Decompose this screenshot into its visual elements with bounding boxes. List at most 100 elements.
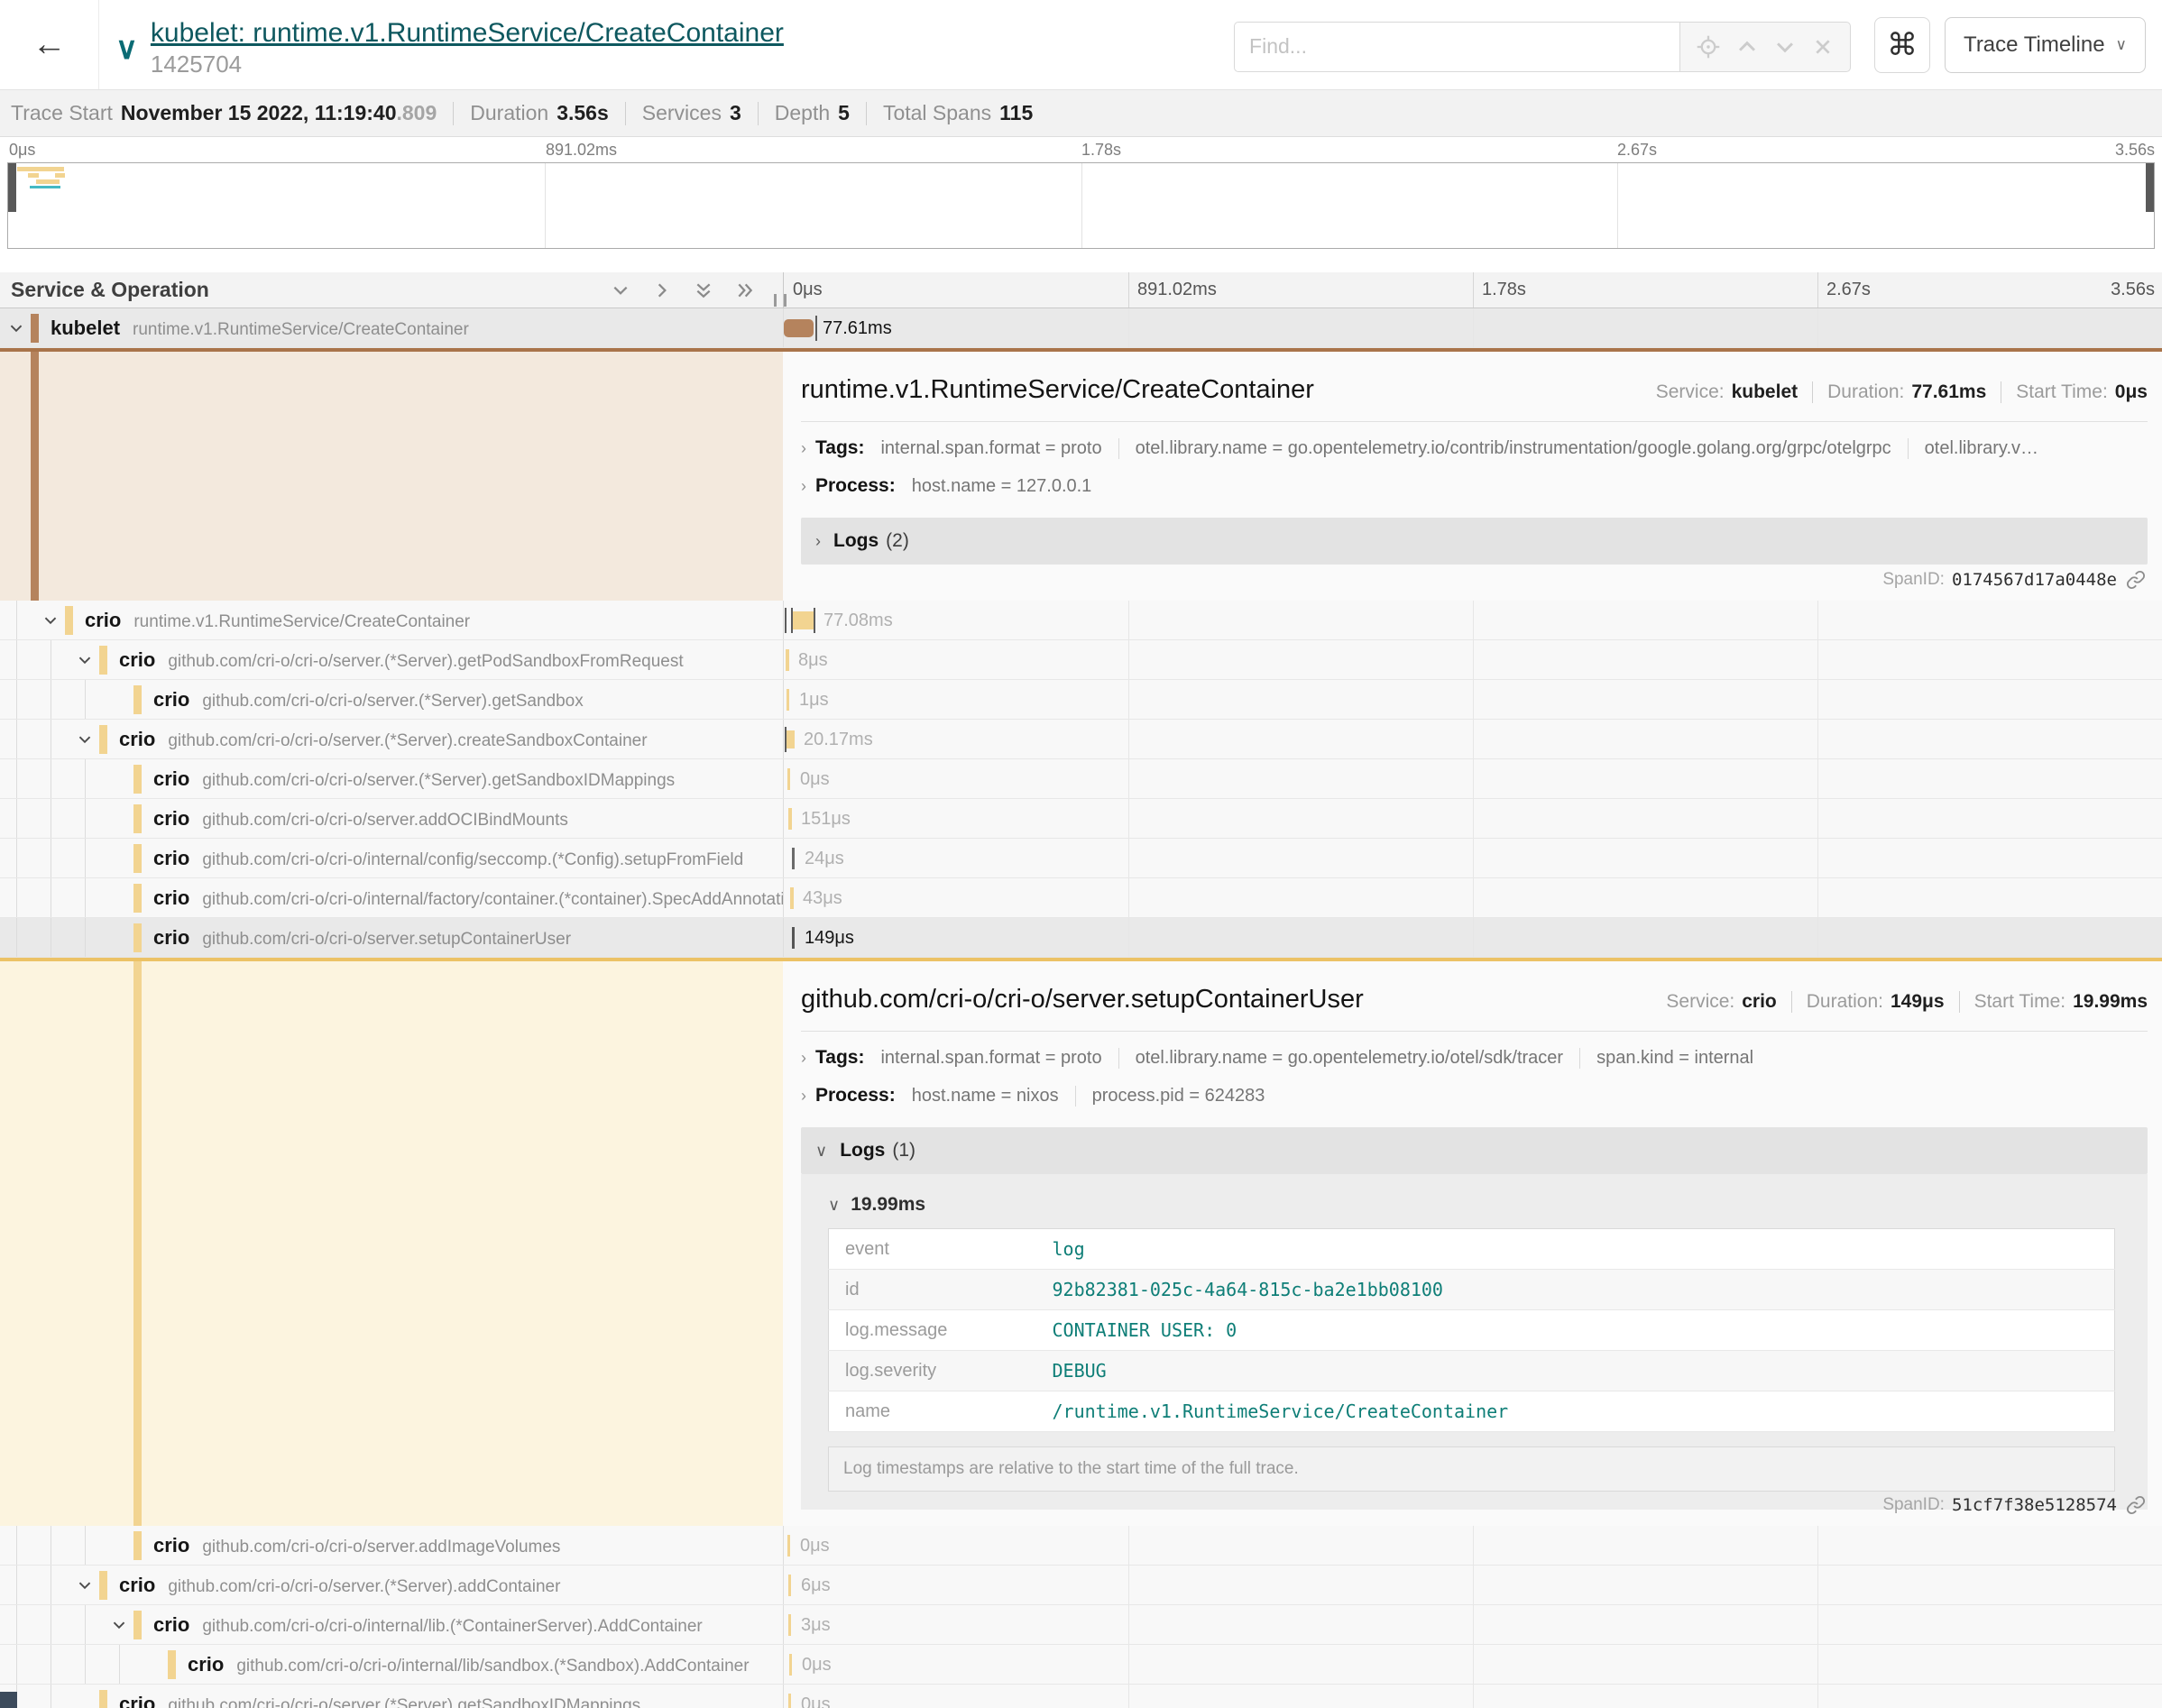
gridline (1473, 1526, 1474, 1565)
span-service: crio (153, 1613, 189, 1636)
process-toggle[interactable]: › Process: host.name = 127.0.0.1 (801, 465, 2148, 507)
duration-bar[interactable] (793, 611, 814, 629)
duration-bar[interactable] (788, 1694, 791, 1708)
duration-bar[interactable] (788, 808, 792, 830)
tick-label: 891.02ms (1128, 280, 1217, 300)
duration-bar[interactable] (786, 649, 789, 671)
span-operation: github.com/cri-o/cri-o/internal/config/s… (202, 850, 743, 869)
copy-link-icon[interactable] (2126, 1495, 2146, 1515)
collapse-one-icon[interactable] (610, 280, 631, 306)
trace-view-selector[interactable]: Trace Timeline ∨ (1945, 17, 2146, 73)
detail-start-time: 19.99ms (2073, 991, 2148, 1013)
span-row[interactable]: crioruntime.v1.RuntimeService/CreateCont… (0, 601, 2162, 640)
find-next-icon[interactable] (1773, 35, 1797, 59)
duration-bar[interactable] (792, 927, 795, 949)
tags-toggle[interactable]: › Tags: internal.span.format = proto ote… (801, 1037, 2148, 1079)
back-button[interactable]: ← (0, 0, 99, 89)
span-row[interactable]: criogithub.com/cri-o/cri-o/server.setupC… (0, 918, 2162, 958)
tags-toggle[interactable]: › Tags: internal.span.format = proto ote… (801, 427, 2148, 469)
span-row[interactable]: criogithub.com/cri-o/cri-o/server.(*Serv… (0, 1566, 2162, 1605)
process-toggle[interactable]: › Process: host.name = nixos process.pid… (801, 1075, 2148, 1116)
find-clear-icon[interactable] (1812, 36, 1834, 58)
logs-toggle[interactable]: ∨ Logs (1) (801, 1127, 2148, 1174)
span-collapse-icon[interactable] (110, 1616, 128, 1639)
spanid-label: SpanID: (1882, 1495, 1945, 1515)
log-timestamp-toggle[interactable]: ∨19.99ms (828, 1194, 2128, 1216)
minimap-span-bar (30, 186, 60, 188)
span-row[interactable]: criogithub.com/cri-o/cri-o/server.(*Serv… (0, 1685, 2162, 1708)
tick-label: 0μs (793, 280, 823, 300)
span-service: crio (153, 688, 189, 711)
minimap-left-handle[interactable] (8, 163, 16, 212)
span-row[interactable]: criogithub.com/cri-o/cri-o/internal/conf… (0, 839, 2162, 878)
spanid-value: 0174567d17a0448e (1952, 570, 2117, 590)
chevron-right-icon: › (815, 532, 821, 551)
span-collapse-icon[interactable] (7, 319, 25, 342)
chevron-down-icon: ∨ (828, 1196, 840, 1214)
logs-toggle[interactable]: › Logs (2) (801, 518, 2148, 565)
span-row[interactable]: criogithub.com/cri-o/cri-o/server.(*Serv… (0, 680, 2162, 720)
summary-services: Services3 (642, 101, 741, 125)
span-collapse-icon[interactable] (41, 611, 60, 634)
chevron-right-icon: › (801, 1049, 806, 1068)
span-collapse-icon[interactable] (76, 651, 94, 674)
gridline (1817, 1685, 1818, 1708)
service-color-bar (99, 725, 107, 754)
gridline (1128, 1645, 1129, 1684)
gridline (1128, 918, 1129, 957)
gridline (1128, 1685, 1129, 1708)
span-service: crio (85, 609, 121, 631)
duration-bar[interactable] (787, 1535, 790, 1556)
expand-one-icon[interactable] (651, 280, 673, 306)
gridline (1473, 1645, 1474, 1684)
gridline (1817, 1605, 1818, 1644)
locate-icon[interactable] (1697, 35, 1720, 59)
duration-bar[interactable] (787, 768, 790, 790)
duration-bar[interactable] (790, 887, 794, 909)
trace-collapse-icon[interactable]: ∨ (115, 31, 138, 67)
span-collapse-icon[interactable] (76, 730, 94, 753)
service-color-bar (99, 1690, 107, 1708)
gridline (1128, 799, 1129, 838)
collapse-all-icon[interactable] (693, 280, 714, 306)
table-row: log.messageCONTAINER USER: 0 (829, 1310, 2115, 1351)
duration-bar[interactable] (787, 689, 789, 711)
span-service: kubelet (51, 317, 120, 339)
find-input[interactable] (1234, 22, 1679, 72)
duration-bar[interactable] (792, 848, 795, 869)
span-row[interactable]: criogithub.com/cri-o/cri-o/internal/fact… (0, 878, 2162, 918)
duration-bar[interactable] (789, 1654, 792, 1676)
copy-link-icon[interactable] (2126, 570, 2146, 590)
span-row[interactable]: criogithub.com/cri-o/cri-o/server.addOCI… (0, 799, 2162, 839)
back-arrow-icon: ← (32, 25, 67, 64)
expand-all-icon[interactable] (734, 280, 756, 306)
span-row[interactable]: criogithub.com/cri-o/cri-o/server.(*Serv… (0, 759, 2162, 799)
duration-label: 77.08ms (823, 601, 893, 639)
duration-bar[interactable] (788, 1575, 791, 1596)
duration-bar[interactable] (788, 1614, 791, 1636)
span-collapse-icon[interactable] (76, 1576, 94, 1599)
tick-label: 2.67s (1817, 280, 1871, 300)
gridline (1473, 839, 1474, 877)
span-row[interactable]: criogithub.com/cri-o/cri-o/internal/lib/… (0, 1645, 2162, 1685)
span-row[interactable]: criogithub.com/cri-o/cri-o/server.addIma… (0, 1526, 2162, 1566)
spanid-label: SpanID: (1882, 570, 1945, 590)
span-row[interactable]: criogithub.com/cri-o/cri-o/server.(*Serv… (0, 640, 2162, 680)
command-icon: ⌘ (1887, 27, 1918, 63)
span-operation: github.com/cri-o/cri-o/server.(*Server).… (202, 771, 675, 790)
service-color-bar (133, 685, 142, 714)
process-item: host.name = nixos (912, 1086, 1075, 1107)
trace-id: 1425704 (151, 51, 784, 78)
trace-title-link[interactable]: kubelet: runtime.v1.RuntimeService/Creat… (151, 18, 784, 50)
timeline-minimap[interactable] (7, 162, 2155, 249)
keyboard-shortcuts-button[interactable]: ⌘ (1874, 17, 1930, 73)
duration-bar[interactable] (787, 730, 795, 748)
span-row[interactable]: criogithub.com/cri-o/cri-o/internal/lib.… (0, 1605, 2162, 1645)
scroll-handle[interactable] (0, 1692, 17, 1708)
service-color-bar (133, 923, 142, 952)
span-row[interactable]: kubeletruntime.v1.RuntimeService/CreateC… (0, 308, 2162, 348)
minimap-right-handle[interactable] (2146, 163, 2154, 212)
span-row[interactable]: criogithub.com/cri-o/cri-o/server.(*Serv… (0, 720, 2162, 759)
duration-bar[interactable] (784, 319, 814, 337)
find-prev-icon[interactable] (1735, 35, 1759, 59)
